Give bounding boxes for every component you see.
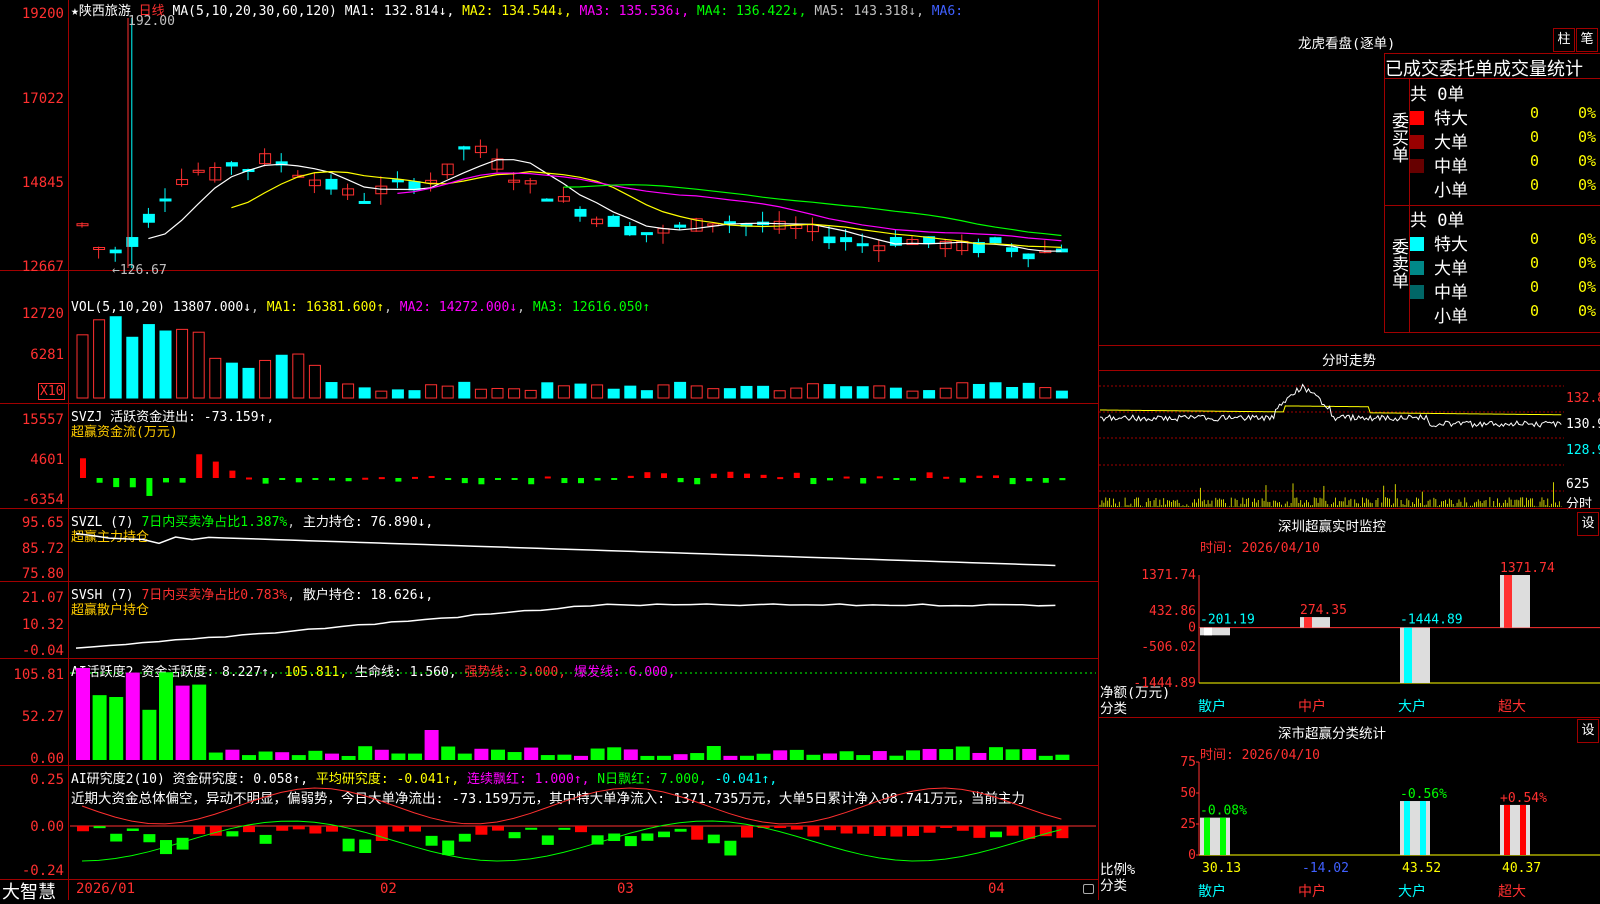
classify-category-label: 大户 bbox=[1398, 883, 1426, 900]
classify-category-label: 散户 bbox=[1198, 883, 1226, 900]
classify-tick-label: 75 bbox=[1180, 755, 1196, 770]
classify-bar-accent bbox=[1204, 817, 1210, 855]
classify-tick-label: 50 bbox=[1180, 786, 1196, 801]
classify-change-label: -0.56% bbox=[1400, 787, 1447, 802]
classify-bar-accent bbox=[1504, 804, 1510, 855]
classify-bar-accent bbox=[1520, 804, 1526, 855]
classify-bar-accent bbox=[1404, 801, 1410, 855]
classify-value-label: 30.13 bbox=[1202, 861, 1241, 876]
classify-change-label: -0.08% bbox=[1200, 804, 1247, 819]
classify-bar-accent bbox=[1220, 817, 1226, 855]
classify-value-label: 40.37 bbox=[1502, 861, 1541, 876]
classify-bar-accent bbox=[1420, 801, 1426, 855]
classify-category-label: 中户 bbox=[1298, 883, 1326, 900]
classify-category-label: 超大 bbox=[1498, 884, 1526, 900]
classify-tick-label: 25 bbox=[1180, 817, 1196, 832]
classify-tick-label: 0 bbox=[1188, 848, 1196, 863]
classify-value-label: -14.02 bbox=[1302, 861, 1349, 876]
classify-change-label: +0.54% bbox=[1500, 791, 1547, 806]
classify-value-label: 43.52 bbox=[1402, 861, 1441, 876]
classify-bar-chart: 75 50 25 0 -0.08% 30.13 散户 -14.02 中户 -0.56% 43.52 大… bbox=[1180, 755, 1600, 900]
